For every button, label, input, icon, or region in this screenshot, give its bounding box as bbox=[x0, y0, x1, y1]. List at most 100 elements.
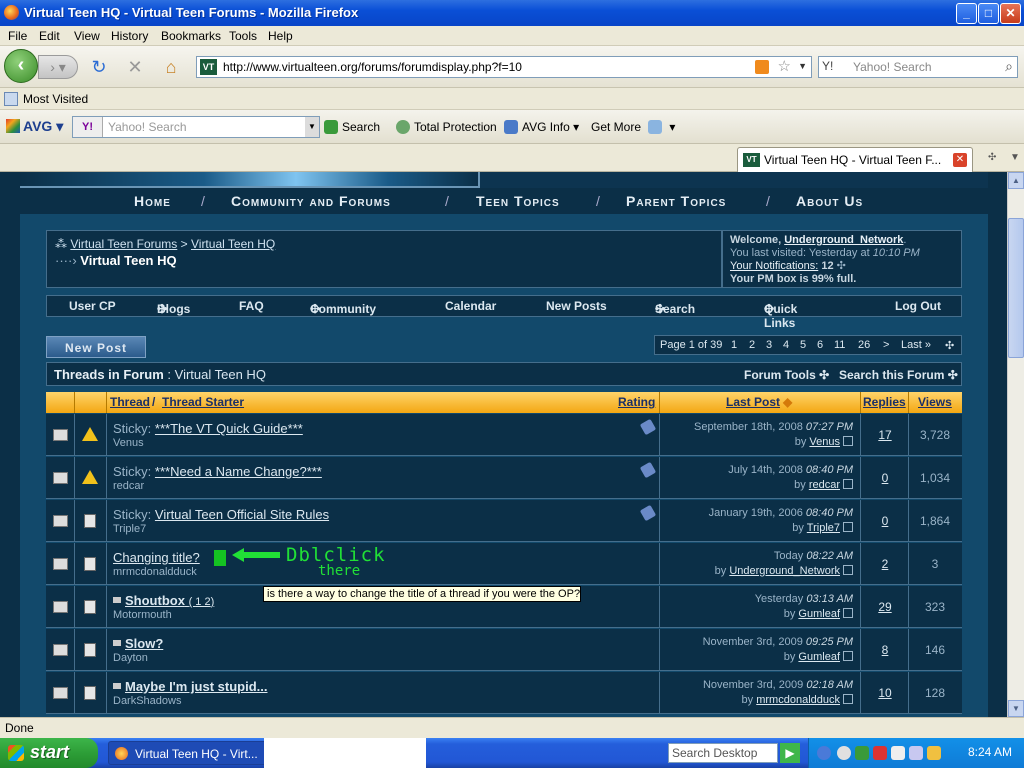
replies-count[interactable]: 8 bbox=[866, 643, 904, 657]
thread-starter[interactable]: DarkShadows bbox=[113, 695, 181, 707]
scroll-thumb[interactable] bbox=[1008, 218, 1024, 358]
go-to-post-icon[interactable] bbox=[843, 436, 853, 446]
page-link-3[interactable]: 3 bbox=[766, 339, 772, 351]
avg-info-button[interactable]: AVG Info ▾ bbox=[504, 120, 579, 134]
search-icon[interactable]: ⌕ bbox=[1005, 58, 1013, 75]
pm-status[interactable]: Your PM box is 99% full. bbox=[730, 273, 954, 286]
replies-count[interactable]: 17 bbox=[866, 428, 904, 442]
avg-logo[interactable]: AVG ▾ bbox=[6, 118, 63, 135]
shield-icon[interactable] bbox=[927, 746, 941, 760]
last-poster-link[interactable]: Triple7 bbox=[807, 522, 840, 534]
avg-search-button[interactable]: Search bbox=[324, 120, 380, 134]
thread-starter[interactable]: mrmcdonaldduck bbox=[113, 566, 197, 578]
thread-link[interactable]: ***Need a Name Change?*** bbox=[155, 464, 322, 479]
start-button[interactable]: start bbox=[0, 738, 98, 768]
menu-tools[interactable]: Tools bbox=[229, 29, 257, 43]
menu-help[interactable]: Help bbox=[268, 29, 293, 43]
security-icon[interactable] bbox=[891, 746, 905, 760]
home-icon[interactable]: ⌂ bbox=[160, 56, 182, 78]
volume-icon[interactable] bbox=[909, 746, 923, 760]
tab-title[interactable]: Virtual Teen HQ - Virtual Teen F... bbox=[764, 153, 950, 167]
new-post-button[interactable]: New Post bbox=[46, 336, 146, 358]
chevron-down-icon[interactable]: ▼ bbox=[1010, 152, 1020, 163]
avg-tray-icon[interactable] bbox=[855, 746, 869, 760]
yahoo-search-placeholder[interactable]: Yahoo! Search bbox=[108, 120, 187, 134]
search-icon[interactable] bbox=[837, 746, 851, 760]
chevron-down-icon[interactable]: ▼ bbox=[305, 117, 319, 137]
taskbar-item-firefox[interactable]: Virtual Teen HQ - Virt... bbox=[108, 741, 268, 765]
user-profile-link[interactable]: Underground_Network bbox=[784, 234, 903, 246]
ati-icon[interactable] bbox=[873, 746, 887, 760]
nav-about-link[interactable]: About Us bbox=[796, 193, 863, 209]
sort-thread-link[interactable]: Thread bbox=[110, 395, 150, 409]
back-button[interactable]: ‹ bbox=[4, 49, 38, 83]
sort-replies-link[interactable]: Replies bbox=[863, 395, 906, 409]
menu-view[interactable]: View bbox=[74, 29, 100, 43]
go-to-post-icon[interactable] bbox=[843, 608, 853, 618]
forum-tools-menu[interactable]: Forum Tools ✣ bbox=[744, 368, 829, 382]
breadcrumb-parent-link[interactable]: Virtual Teen HQ bbox=[191, 237, 275, 251]
thread-starter[interactable]: Triple7 bbox=[113, 523, 146, 535]
go-to-post-icon[interactable] bbox=[843, 479, 853, 489]
user-cp-link[interactable]: User CP bbox=[69, 299, 116, 313]
breadcrumb-root-link[interactable]: Virtual Teen Forums bbox=[70, 237, 177, 251]
nav-community-link[interactable]: Community and Forums bbox=[231, 193, 391, 209]
replies-count[interactable]: 2 bbox=[866, 557, 904, 571]
network-icon[interactable] bbox=[817, 746, 831, 760]
page-link-2[interactable]: 2 bbox=[749, 339, 755, 351]
url-text[interactable]: http://www.virtualteen.org/forums/forumd… bbox=[223, 60, 522, 74]
sort-rating-link[interactable]: Rating bbox=[618, 395, 655, 409]
page-link-4[interactable]: 4 bbox=[783, 339, 789, 351]
expand-icon[interactable] bbox=[113, 640, 121, 646]
thread-link[interactable]: ***The VT Quick Guide*** bbox=[155, 421, 303, 436]
url-bar[interactable]: VT http://www.virtualteen.org/forums/for… bbox=[196, 56, 812, 78]
thread-page-link[interactable]: 1 bbox=[195, 596, 201, 608]
page-link-1[interactable]: 1 bbox=[731, 339, 737, 351]
chevron-down-icon[interactable]: ✣ bbox=[837, 260, 846, 272]
bookmark-star-icon[interactable]: ☆ bbox=[778, 57, 791, 75]
tab-virtual-teen-hq[interactable]: VT Virtual Teen HQ - Virtual Teen F... ✕ bbox=[737, 147, 973, 172]
replies-count[interactable]: 29 bbox=[866, 600, 904, 614]
last-poster-link[interactable]: mrmcdonaldduck bbox=[756, 694, 840, 706]
stop-icon[interactable]: ✕ bbox=[124, 56, 146, 78]
scroll-down-icon[interactable]: ▼ bbox=[1008, 700, 1024, 717]
thread-link[interactable]: Slow? bbox=[125, 636, 163, 651]
replies-count[interactable]: 0 bbox=[866, 471, 904, 485]
go-to-post-icon[interactable] bbox=[843, 565, 853, 575]
thread-starter[interactable]: Venus bbox=[113, 437, 144, 449]
thread-starter[interactable]: Dayton bbox=[113, 652, 148, 664]
minimize-button[interactable]: _ bbox=[956, 3, 977, 24]
pager-menu-icon[interactable]: ✣ bbox=[945, 339, 954, 352]
thread-link[interactable]: Shoutbox bbox=[125, 593, 185, 608]
desktop-search-go-icon[interactable]: ▶ bbox=[780, 743, 800, 763]
thread-link[interactable]: Virtual Teen Official Site Rules bbox=[155, 507, 329, 522]
menu-file[interactable]: File bbox=[8, 29, 27, 43]
replies-count[interactable]: 10 bbox=[866, 686, 904, 700]
tab-list-icon[interactable]: ✣ bbox=[988, 152, 996, 163]
desktop-search-input[interactable]: Search Desktop bbox=[668, 743, 778, 763]
yahoo-search-input[interactable]: Y! Yahoo! Search ▼ bbox=[72, 116, 320, 138]
avg-options-button[interactable]: ▾ bbox=[648, 120, 675, 134]
yahoo-icon[interactable]: Y! bbox=[73, 117, 103, 137]
calendar-link[interactable]: Calendar bbox=[445, 299, 496, 313]
menu-bookmarks[interactable]: Bookmarks bbox=[161, 29, 221, 43]
thread-starter[interactable]: redcar bbox=[113, 480, 144, 492]
reload-icon[interactable]: ↻ bbox=[88, 56, 110, 78]
forward-button[interactable]: › ▾ bbox=[38, 55, 78, 79]
last-poster-link[interactable]: Gumleaf bbox=[798, 608, 840, 620]
log-out-link[interactable]: Log Out bbox=[895, 299, 941, 313]
page-scrollbar[interactable]: ▲ ▼ bbox=[1007, 172, 1024, 717]
expand-icon[interactable] bbox=[113, 597, 121, 603]
expand-icon[interactable] bbox=[113, 683, 121, 689]
nav-teen-topics-link[interactable]: Teen Topics bbox=[476, 193, 560, 209]
page-next-link[interactable]: > bbox=[883, 339, 889, 351]
search-forum-menu[interactable]: Search this Forum ✣ bbox=[839, 368, 958, 382]
maximize-button[interactable]: □ bbox=[978, 3, 999, 24]
sort-last-post-link[interactable]: Last Post bbox=[726, 395, 780, 409]
browser-search-placeholder[interactable]: Yahoo! Search bbox=[853, 60, 932, 74]
thread-starter[interactable]: Motormouth bbox=[113, 609, 172, 621]
sort-views-link[interactable]: Views bbox=[918, 395, 952, 409]
thread-page-link[interactable]: 2 bbox=[204, 596, 210, 608]
page-link-5[interactable]: 5 bbox=[800, 339, 806, 351]
nav-parent-topics-link[interactable]: Parent Topics bbox=[626, 193, 726, 209]
